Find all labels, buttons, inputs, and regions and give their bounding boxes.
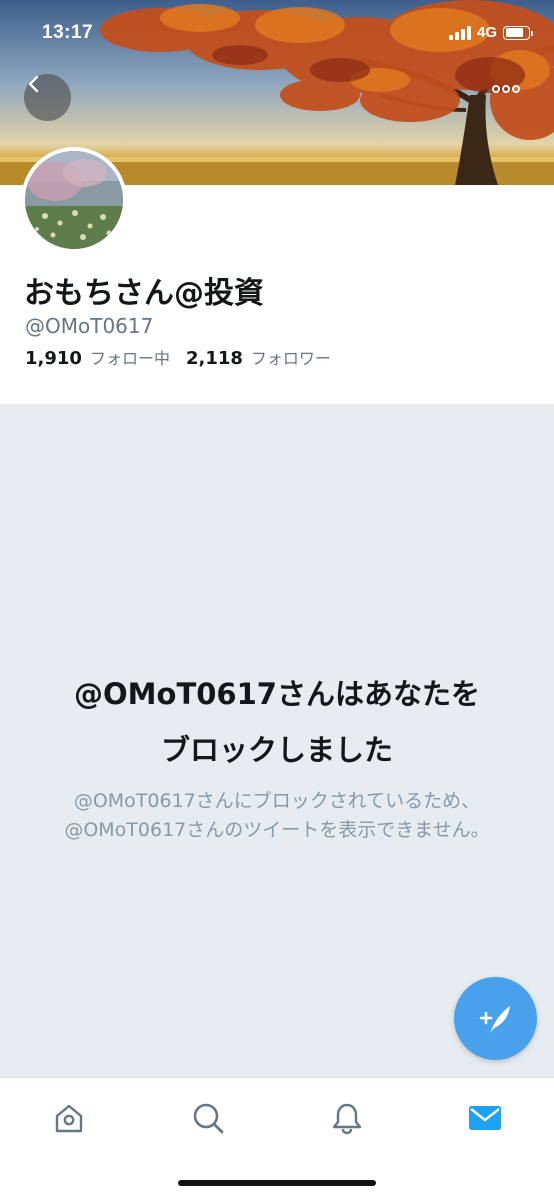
bell-icon: [332, 1103, 362, 1135]
blocked-title-line1: @OMoT0617さんはあなたを: [74, 677, 480, 711]
following-label[interactable]: フォロー中: [90, 345, 170, 369]
blocked-title: @OMoT0617さんはあなたを ブロックしました: [20, 666, 534, 778]
search-icon: [193, 1103, 224, 1134]
avatar-image: [25, 151, 123, 249]
more-button[interactable]: [492, 84, 524, 108]
followers-count[interactable]: 2,118: [186, 348, 243, 369]
battery-icon: [503, 25, 533, 40]
following-count[interactable]: 1,910: [25, 348, 82, 369]
profile-handle: @OMoT0617: [25, 314, 154, 338]
compose-tweet-button[interactable]: [454, 977, 537, 1060]
back-button[interactable]: [24, 74, 71, 121]
home-indicator: [178, 1180, 376, 1186]
tab-search[interactable]: [188, 1098, 228, 1138]
signal-icon: [448, 25, 471, 40]
blocked-title-line2: ブロックしました: [160, 733, 393, 767]
more-horizontal-icon: [492, 85, 520, 93]
tab-notifications[interactable]: [327, 1098, 367, 1138]
network-type: 4G: [476, 24, 497, 41]
blocked-description: @OMoT0617さんにブロックされているため、@OMoT0617さんのツイート…: [64, 790, 490, 841]
mail-icon: [469, 1106, 501, 1130]
status-time: 13:17: [42, 22, 94, 43]
display-name: おもちさん@投資: [24, 276, 264, 311]
followers-label[interactable]: フォロワー: [251, 345, 331, 369]
compose-tweet-icon: [479, 1005, 510, 1033]
home-icon: [55, 1104, 83, 1133]
avatar[interactable]: [21, 147, 127, 253]
follow-stats: 1,910 フォロー中 2,118 フォロワー: [25, 345, 347, 369]
tab-messages[interactable]: [465, 1098, 505, 1138]
blocked-notice: @OMoT0617さんはあなたを ブロックしました @OMoT0617さんにブロ…: [0, 404, 554, 1077]
tab-home[interactable]: [49, 1098, 89, 1138]
status-indicators: 4G: [448, 24, 533, 41]
chevron-left-icon: [28, 75, 39, 93]
